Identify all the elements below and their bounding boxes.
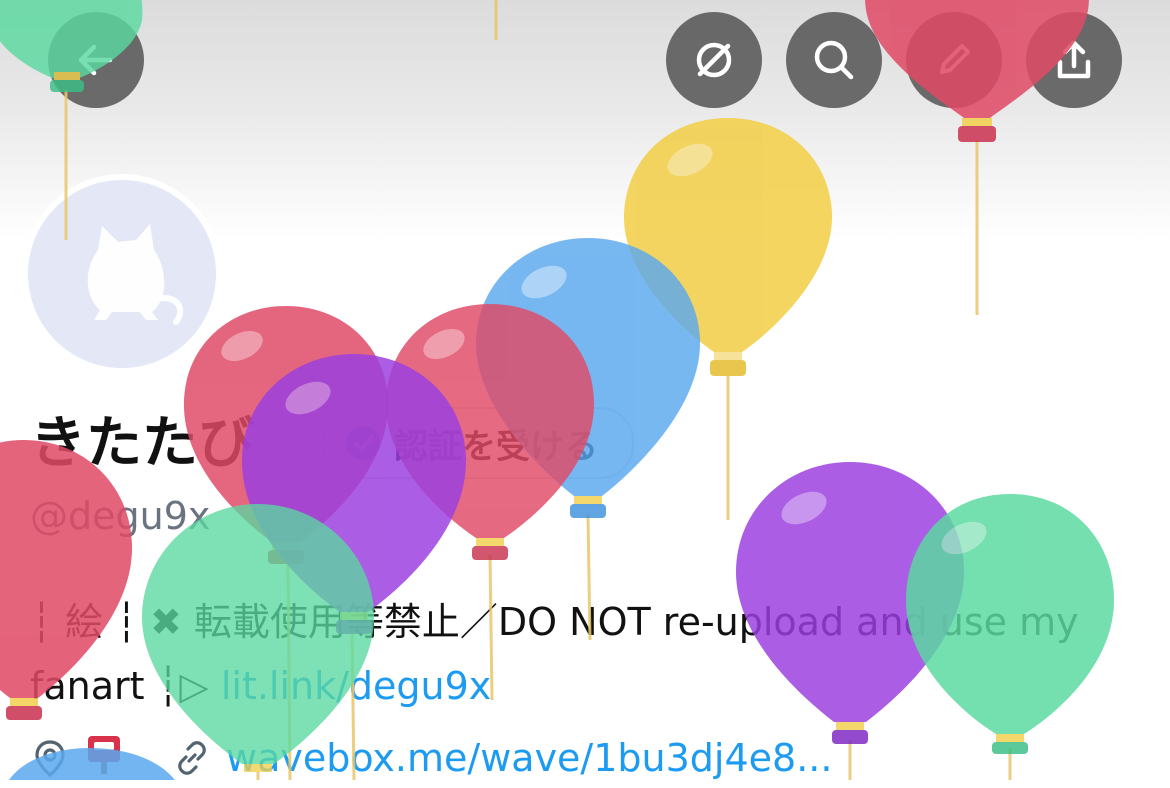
get-verified-button[interactable]: 認証を受ける xyxy=(322,407,634,479)
pencil-icon xyxy=(940,44,970,74)
cat-avatar-image xyxy=(87,224,184,325)
link-icon xyxy=(178,741,206,775)
user-handle: @degu9x xyxy=(30,494,211,538)
location-text xyxy=(84,732,134,785)
bio-link[interactable]: lit.link/degu9x xyxy=(221,664,491,708)
bio-text: ┆ 絵 ┆ ✖ 転載使用等禁止／DO NOT re-upload and use… xyxy=(30,600,1079,708)
back-button[interactable] xyxy=(48,12,144,108)
share-icon xyxy=(1057,40,1091,79)
location-icon xyxy=(35,740,65,778)
verified-check-icon xyxy=(346,426,380,460)
profile-bio: ┆ 絵 ┆ ✖ 転載使用等禁止／DO NOT re-upload and use… xyxy=(30,590,1140,718)
search-icon xyxy=(814,40,854,80)
share-button[interactable] xyxy=(1026,12,1122,108)
mute-button[interactable] xyxy=(666,12,762,108)
profile-meta-row: wavebox.me/wave/1bu3dj4e8... xyxy=(30,728,832,788)
website-link[interactable]: wavebox.me/wave/1bu3dj4e8... xyxy=(226,736,832,780)
avatar[interactable] xyxy=(28,180,216,368)
display-name: きたたび xyxy=(30,411,254,476)
search-button[interactable] xyxy=(786,12,882,108)
arrow-left-icon xyxy=(78,44,113,76)
mailbox-emoji xyxy=(88,735,120,774)
edit-button[interactable] xyxy=(906,12,1002,108)
get-verified-label: 認証を受ける xyxy=(394,426,598,467)
no-sign-icon xyxy=(696,42,732,78)
